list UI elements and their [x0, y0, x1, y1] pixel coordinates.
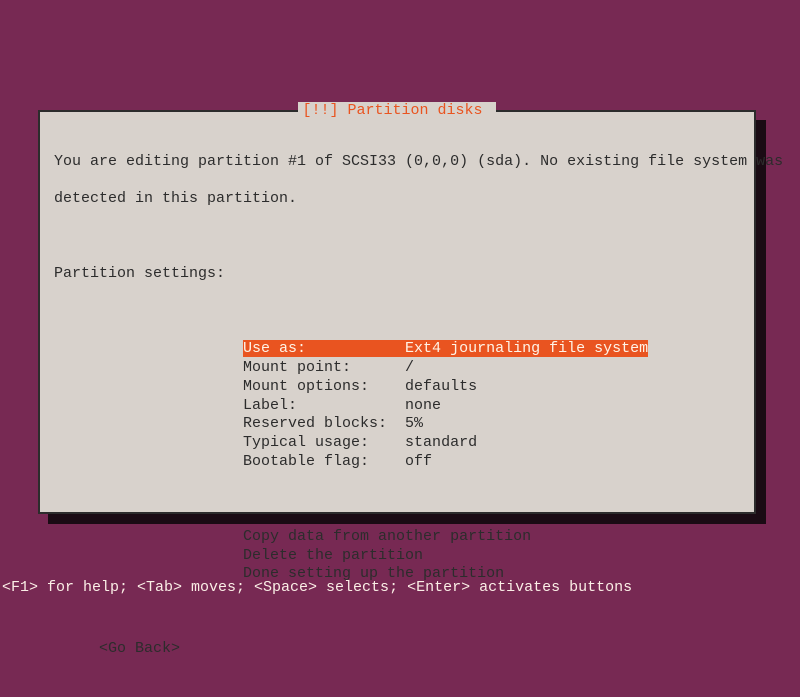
- go-back-button[interactable]: <Go Back>: [99, 640, 180, 657]
- intro-line-2: detected in this partition.: [54, 190, 740, 209]
- action-row-0[interactable]: Copy data from another partition: [54, 528, 740, 547]
- setting-row-1[interactable]: Mount point: /: [54, 359, 740, 378]
- actions-block: Copy data from another partition Delete …: [54, 528, 740, 584]
- action-row-1[interactable]: Delete the partition: [54, 547, 740, 566]
- blank-4: [54, 603, 740, 622]
- partition-dialog: [!!] Partition disks You are editing par…: [38, 110, 756, 514]
- dialog-content: You are editing partition #1 of SCSI33 (…: [54, 134, 740, 498]
- blank-1: [54, 228, 740, 247]
- title-marker: [!!]: [302, 102, 338, 119]
- blank-2: [54, 303, 740, 322]
- setting-row-2[interactable]: Mount options: defaults: [54, 378, 740, 397]
- blank-3: [54, 490, 740, 509]
- help-footer: <F1> for help; <Tab> moves; <Space> sele…: [2, 579, 632, 598]
- dialog-title-wrap: [!!] Partition disks: [40, 102, 754, 121]
- setting-row-0[interactable]: Use as: Ext4 journaling file system: [54, 340, 740, 359]
- settings-heading: Partition settings:: [54, 265, 740, 284]
- setting-selected[interactable]: Use as: Ext4 journaling file system: [243, 340, 648, 357]
- intro-line-1: You are editing partition #1 of SCSI33 (…: [54, 153, 740, 172]
- go-back-row: <Go Back>: [54, 640, 740, 659]
- dialog-title: [!!] Partition disks: [298, 102, 495, 121]
- setting-row-4[interactable]: Reserved blocks: 5%: [54, 415, 740, 434]
- title-text: Partition disks: [347, 102, 482, 119]
- setting-row-3[interactable]: Label: none: [54, 397, 740, 416]
- settings-block: Use as: Ext4 journaling file system Moun…: [54, 340, 740, 471]
- setting-row-5[interactable]: Typical usage: standard: [54, 434, 740, 453]
- setting-row-6[interactable]: Bootable flag: off: [54, 453, 740, 472]
